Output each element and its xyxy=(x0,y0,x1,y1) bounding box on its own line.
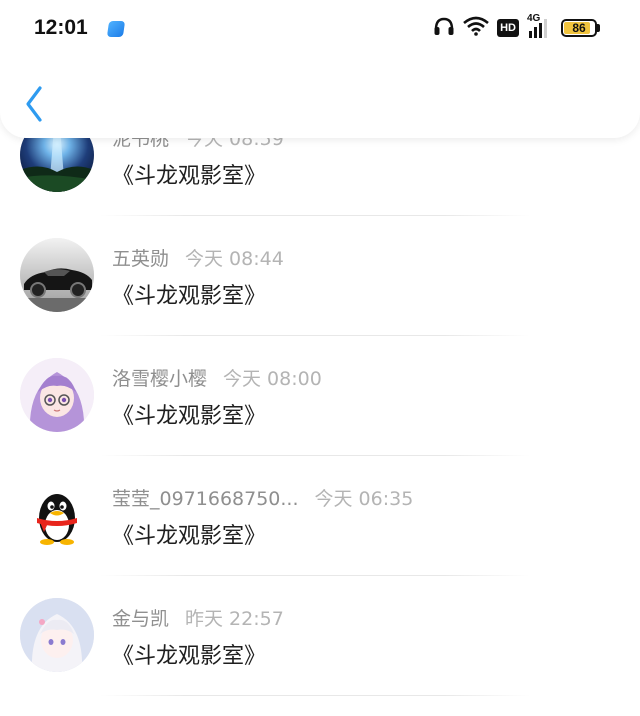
anime-girl-purple-avatar-image xyxy=(20,358,94,432)
message-time: 今天 08:44 xyxy=(185,248,284,270)
back-button[interactable] xyxy=(18,82,54,126)
message-meta: 莹莹_0971668750... 今天 06:35 xyxy=(112,484,413,512)
status-time: 12:01 xyxy=(34,16,88,39)
list-item[interactable]: 金与凯 昨天 22:57 《斗龙观影室》 xyxy=(0,576,640,696)
network-type-label: 4G xyxy=(527,13,541,24)
battery-body: 86 xyxy=(561,19,597,37)
status-icons: HD 4G 86 xyxy=(433,13,600,42)
sender-name: 五英勋 xyxy=(112,248,170,270)
qq-penguin-avatar-image xyxy=(20,478,94,552)
message-time: 今天 06:35 xyxy=(314,488,414,510)
message-text: 《斗龙观影室》 xyxy=(112,164,267,189)
battery-level: 86 xyxy=(572,21,586,35)
avatar[interactable] xyxy=(20,238,94,312)
black-car-avatar-image xyxy=(20,238,94,312)
message-text: 《斗龙观影室》 xyxy=(112,404,267,429)
top-header: 12:01 HD 4G 86 xyxy=(0,0,640,138)
message-text: 《斗龙观影室》 xyxy=(112,284,267,309)
list-item[interactable]: 五英勋 今天 08:44 《斗龙观影室》 xyxy=(0,216,640,336)
sender-name: 莹莹_0971668750... xyxy=(112,488,299,510)
battery-icon: 86 xyxy=(561,19,600,37)
app-notification-icon xyxy=(106,21,126,37)
list-item[interactable]: 洛雪樱小樱 今天 08:00 《斗龙观影室》 xyxy=(0,336,640,456)
message-meta: 金与凯 昨天 22:57 xyxy=(112,604,284,632)
sender-name: 金与凯 xyxy=(112,608,170,630)
message-meta: 洛雪樱小樱 今天 08:00 xyxy=(112,364,322,392)
avatar[interactable] xyxy=(20,358,94,432)
list-item[interactable]: 莹莹_0971668750... 今天 06:35 《斗龙观影室》 xyxy=(0,456,640,576)
chevron-left-icon xyxy=(26,86,42,122)
message-time: 今天 08:00 xyxy=(223,368,322,390)
message-text: 《斗龙观影室》 xyxy=(112,644,267,669)
avatar[interactable] xyxy=(20,598,94,672)
divider xyxy=(100,695,530,696)
message-text: 《斗龙观影室》 xyxy=(112,524,267,549)
message-meta: 五英勋 今天 08:44 xyxy=(112,244,284,272)
anime-girl-white-avatar-image xyxy=(20,598,94,672)
message-time: 昨天 22:57 xyxy=(185,608,284,630)
avatar[interactable] xyxy=(20,478,94,552)
headphones-icon xyxy=(433,16,455,40)
wifi-icon xyxy=(463,16,489,40)
hd-icon: HD xyxy=(497,19,519,37)
signal-icon: 4G xyxy=(527,13,553,40)
sender-name: 洛雪樱小樱 xyxy=(112,368,208,390)
battery-cap xyxy=(597,24,600,32)
